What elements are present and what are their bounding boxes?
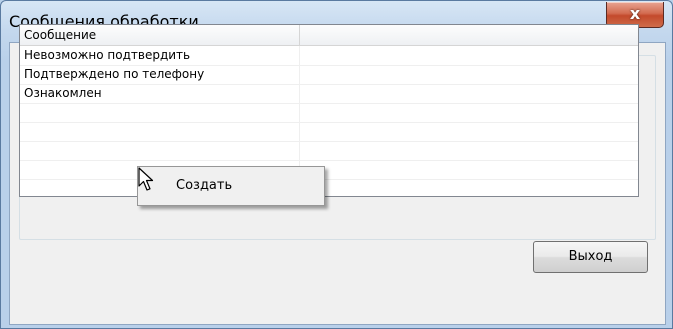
list-item[interactable] [20,179,638,196]
list-item-text: Невозможно подтвердить [20,46,300,65]
list-item[interactable] [20,103,638,123]
list-item[interactable] [20,160,638,180]
messages-list[interactable]: Сообщение Невозможно подтвердить Подтвер… [19,24,639,197]
list-item-text: Ознакомлен [20,84,300,103]
list-item[interactable]: Невозможно подтвердить [20,46,638,66]
column-header-message[interactable]: Сообщение [20,25,300,45]
context-menu: Создать [137,166,325,206]
list-header: Сообщение [20,25,638,46]
menu-item-create[interactable]: Создать [140,169,322,203]
list-item[interactable] [20,122,638,142]
list-item-text [20,141,300,160]
list-item[interactable]: Ознакомлен [20,84,638,104]
close-icon: x [629,4,641,23]
column-header-2[interactable] [300,25,638,45]
list-item-text [20,103,300,122]
list-item-text: Подтверждено по телефону [20,65,300,84]
list-item[interactable]: Подтверждено по телефону [20,65,638,85]
list-item[interactable] [20,141,638,161]
mouse-pointer-icon [138,167,154,191]
list-item-text [20,122,300,141]
exit-button[interactable]: Выход [533,241,648,273]
